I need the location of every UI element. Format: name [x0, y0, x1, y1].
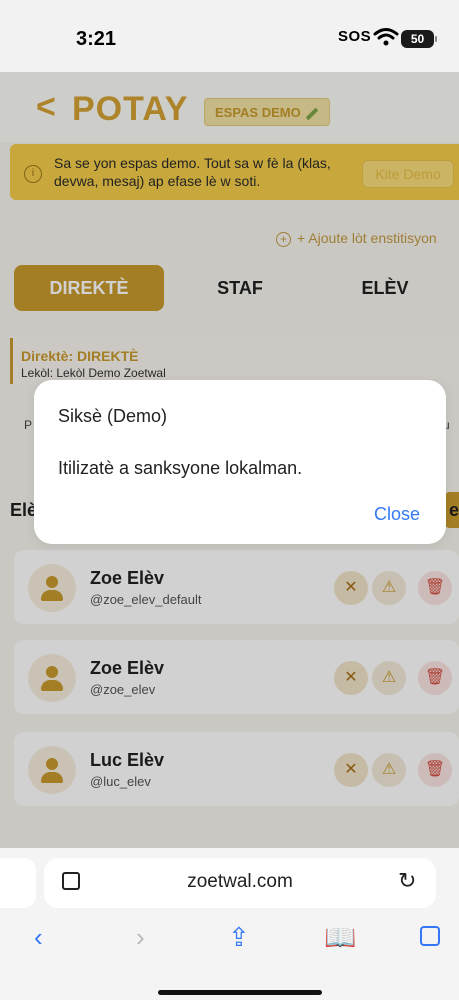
previous-tab-preview[interactable]: [0, 858, 36, 908]
reload-icon[interactable]: ↻: [398, 868, 416, 894]
status-time: 3:21: [76, 28, 117, 50]
dialog-message: Itilizatè a sanksyone lokalman.: [58, 458, 303, 478]
back-icon[interactable]: ‹: [34, 922, 43, 953]
wifi-icon: [373, 28, 399, 46]
dialog-title: Siksè (Demo): [58, 406, 168, 426]
share-icon[interactable]: ⇪: [228, 922, 250, 953]
home-indicator: [158, 990, 322, 995]
address-bar[interactable]: zoetwal.com ↻: [44, 858, 436, 908]
sos-indicator: SOS: [338, 28, 372, 45]
screen: 3:21 SOS 50 < POTAY ESPAS DEMO i Sa se y…: [0, 0, 459, 1000]
bookmarks-icon[interactable]: 📖: [324, 922, 356, 953]
status-bar: 3:21 SOS 50: [0, 0, 459, 72]
success-dialog: Siksè (Demo) Itilizatè a sanksyone lokal…: [34, 380, 446, 544]
forward-icon[interactable]: ›: [136, 922, 145, 953]
browser-toolbar: zoetwal.com ↻ ‹ › ⇪ 📖: [0, 848, 459, 1000]
url-text: zoetwal.com: [187, 871, 293, 892]
battery-icon: 50: [401, 30, 437, 48]
dialog-close-button[interactable]: Close: [374, 504, 420, 525]
tabs-icon[interactable]: [420, 926, 440, 946]
